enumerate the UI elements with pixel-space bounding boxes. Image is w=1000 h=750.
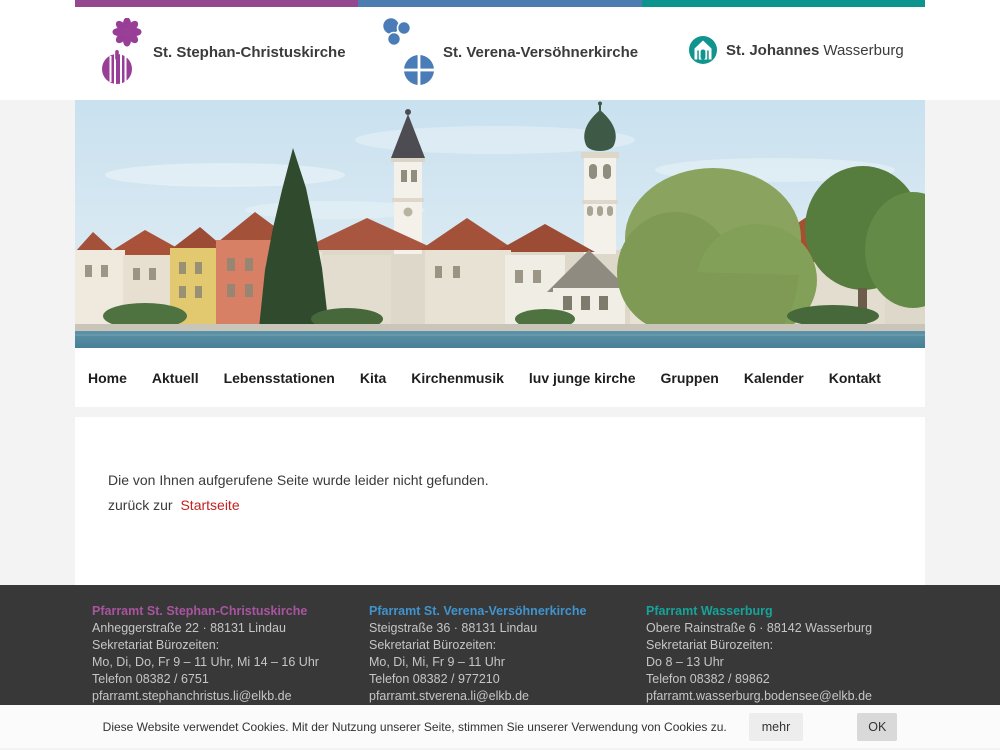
- nav-item-lebensstationen[interactable]: Lebensstationen: [224, 370, 335, 386]
- back-line: zurück zur Startseite: [108, 496, 892, 515]
- footer-address: Anheggerstraße 22 · 88131 Lindau: [92, 620, 354, 637]
- footer-email[interactable]: pfarramt.stverena.li@elkb.de: [369, 688, 631, 705]
- footer-office-label: Sekretariat Bürozeiten:: [646, 637, 908, 654]
- footer-column-wasserburg: Pfarramt Wasserburg Obere Rainstraße 6 ·…: [646, 603, 923, 705]
- site-header: St. Stephan-Christuskirche St. Verena-Ve…: [0, 0, 1000, 100]
- nav-item-kita[interactable]: Kita: [360, 370, 386, 386]
- footer-office-label: Sekretariat Bürozeiten:: [369, 637, 631, 654]
- page-content: Die von Ihnen aufgerufene Seite wurde le…: [75, 417, 925, 585]
- nav-item-home[interactable]: Home: [88, 370, 127, 386]
- church-circle-icon: [688, 35, 718, 65]
- brand-color-border: [75, 0, 925, 7]
- main-navigation: Home Aktuell Lebensstationen Kita Kirche…: [75, 348, 925, 407]
- cookie-ok-button[interactable]: OK: [857, 713, 897, 741]
- footer-email[interactable]: pfarramt.wasserburg.bodensee@elkb.de: [646, 688, 908, 705]
- nav-item-kalender[interactable]: Kalender: [744, 370, 804, 386]
- nav-item-aktuell[interactable]: Aktuell: [152, 370, 199, 386]
- footer-column-title: Pfarramt St. Stephan-Christuskirche: [92, 603, 354, 620]
- nav-item-kontakt[interactable]: Kontakt: [829, 370, 881, 386]
- footer-column-title: Pfarramt St. Verena-Versöhnerkirche: [369, 603, 631, 620]
- footer-column-st-stephan: Pfarramt St. Stephan-Christuskirche Anhe…: [92, 603, 369, 705]
- brand-name: St. Verena-Versöhnerkirche: [443, 44, 638, 61]
- trefoil-and-cross-icon: [379, 15, 437, 89]
- footer-phone: Telefon 08382 / 6751: [92, 671, 354, 688]
- footer-hours: Mo, Di, Do, Fr 9 – 11 Uhr, Mi 14 – 16 Uh…: [92, 654, 354, 671]
- flower-and-dome-icon: [101, 18, 143, 86]
- nav-item-kirchenmusik[interactable]: Kirchenmusik: [411, 370, 504, 386]
- border-segment-purple: [75, 0, 358, 7]
- footer-office-label: Sekretariat Bürozeiten:: [92, 637, 354, 654]
- brand-name: St. JohannesWasserburg: [726, 42, 904, 59]
- footer-hours: Do 8 – 13 Uhr: [646, 654, 908, 671]
- nav-item-luv-junge-kirche[interactable]: luv junge kirche: [529, 370, 636, 386]
- footer-email[interactable]: pfarramt.stephanchristus.li@elkb.de: [92, 688, 354, 705]
- brand-st-stephan[interactable]: St. Stephan-Christuskirche: [101, 17, 346, 87]
- border-segment-blue: [358, 0, 641, 7]
- error-message: Die von Ihnen aufgerufene Seite wurde le…: [108, 471, 892, 490]
- brand-name: St. Stephan-Christuskirche: [153, 44, 346, 61]
- back-prefix: zurück zur: [108, 497, 173, 513]
- footer-hours: Mo, Di, Mi, Fr 9 – 11 Uhr: [369, 654, 631, 671]
- startseite-link[interactable]: Startseite: [180, 497, 239, 513]
- footer-phone: Telefon 08382 / 89862: [646, 671, 908, 688]
- hero-image: [75, 100, 925, 348]
- footer-column-title: Pfarramt Wasserburg: [646, 603, 908, 620]
- brand-st-verena[interactable]: St. Verena-Versöhnerkirche: [379, 15, 638, 89]
- footer-address: Obere Rainstraße 6 · 88142 Wasserburg: [646, 620, 908, 637]
- footer-phone: Telefon 08382 / 977210: [369, 671, 631, 688]
- cookie-more-button[interactable]: mehr: [749, 713, 803, 741]
- cookie-banner: Diese Website verwendet Cookies. Mit der…: [0, 705, 1000, 748]
- site-footer: Pfarramt St. Stephan-Christuskirche Anhe…: [0, 585, 1000, 705]
- cookie-message: Diese Website verwendet Cookies. Mit der…: [103, 720, 727, 734]
- border-segment-teal: [642, 0, 925, 7]
- footer-column-st-verena: Pfarramt St. Verena-Versöhnerkirche Stei…: [369, 603, 646, 705]
- footer-address: Steigstraße 36 · 88131 Lindau: [369, 620, 631, 637]
- nav-item-gruppen[interactable]: Gruppen: [660, 370, 718, 386]
- brand-st-johannes[interactable]: St. JohannesWasserburg: [688, 35, 904, 65]
